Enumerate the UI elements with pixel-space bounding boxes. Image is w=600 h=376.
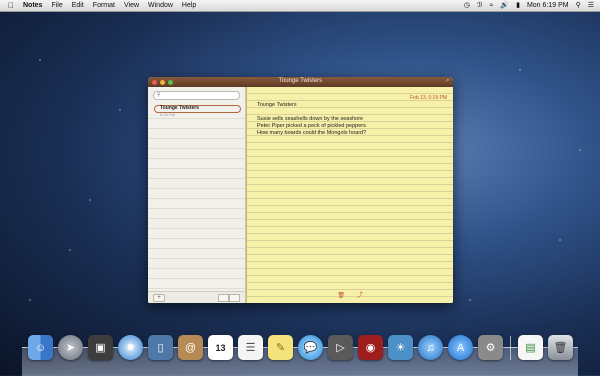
sidebar-toolbar: + (148, 291, 245, 303)
empty-list-row (148, 229, 245, 239)
search-field[interactable]: ⚲ (153, 91, 240, 100)
menu-file[interactable]: File (51, 2, 62, 9)
empty-list-row (148, 269, 245, 279)
empty-list-row (148, 249, 245, 259)
menu-app-name[interactable]: Notes (23, 2, 42, 9)
share-icon[interactable]: ⤴ (357, 290, 363, 299)
empty-list-row (148, 219, 245, 229)
notification-center-icon[interactable]: ☰ (588, 2, 594, 9)
wifi-icon[interactable]: ≈ (490, 2, 494, 9)
dashboard-icon[interactable]: ▣ (88, 335, 113, 360)
note-line: Peter Piper picked a peck of pickled pep… (257, 123, 366, 129)
search-icon: ⚲ (157, 92, 161, 98)
calendar-day: 13 (215, 342, 226, 353)
app-store-icon[interactable]: A (448, 335, 473, 360)
note-title-line: Tounge Twisters (257, 102, 297, 108)
trash-icon[interactable]: 🗑 (337, 292, 345, 299)
dock: ☺ ➤ ▣ ✸ ▯ @ 13 ☰ ✎ 💬 ▷ ◉ ☀ ♫ A ⚙ ▤ 🗑 (28, 335, 573, 360)
notes-sidebar: ⚲ Tounge Twisters 6:19 PM + (148, 87, 246, 303)
itunes-icon[interactable]: ♫ (418, 335, 443, 360)
window-title: Tounge Twisters (278, 78, 323, 84)
bluetooth-icon[interactable]: ℬ (477, 2, 483, 9)
note-editor[interactable]: Feb 13, 6:19 PM Tounge Twisters Susie se… (246, 87, 453, 303)
note-line: How many boards could the Mongols hoard? (257, 130, 367, 136)
accounts-view-button[interactable] (229, 294, 240, 302)
notes-window: Tounge Twisters ↗ ⚲ Tounge Twisters 6:19… (148, 77, 453, 303)
menu-clock[interactable]: Mon 6:19 PM (527, 2, 569, 9)
empty-list-row (148, 189, 245, 199)
menu-edit[interactable]: Edit (72, 2, 84, 9)
trash-icon[interactable]: 🗑 (548, 335, 573, 360)
list-view-button[interactable] (218, 294, 229, 302)
empty-list-row (148, 279, 245, 289)
empty-list-row (148, 239, 245, 249)
empty-list-row (148, 259, 245, 269)
note-list-time: 6:19 PM (160, 112, 175, 117)
facetime-icon[interactable]: ▷ (328, 335, 353, 360)
fullscreen-icon[interactable]: ↗ (445, 79, 450, 84)
empty-list-row (148, 169, 245, 179)
note-date: Feb 13, 6:19 PM (410, 95, 447, 101)
note-list-title: Tounge Twisters (160, 105, 199, 111)
photo-booth-icon[interactable]: ◉ (358, 335, 383, 360)
note-list-item[interactable]: Tounge Twisters 6:19 PM (148, 104, 245, 119)
dock-separator (510, 336, 511, 360)
note-body[interactable]: Tounge Twisters Susie sells seashells do… (257, 102, 366, 137)
menu-view[interactable]: View (124, 2, 139, 9)
messages-icon[interactable]: 💬 (298, 335, 323, 360)
empty-list-row (148, 209, 245, 219)
note-line: Susie sells seashells down by the seasho… (257, 116, 364, 122)
safari-icon[interactable]: ✸ (118, 335, 143, 360)
menu-window[interactable]: Window (148, 2, 173, 9)
menu-help[interactable]: Help (182, 2, 196, 9)
reminders-icon[interactable]: ☰ (238, 335, 263, 360)
time-machine-icon[interactable]: ◷ (464, 2, 470, 9)
preview-icon[interactable]: ▯ (148, 335, 173, 360)
empty-list-row (148, 139, 245, 149)
empty-list-row (148, 179, 245, 189)
apple-menu-icon[interactable]:  (8, 1, 16, 10)
finder-icon[interactable]: ☺ (28, 335, 53, 360)
launchpad-icon[interactable]: ➤ (58, 335, 83, 360)
menu-bar:  Notes File Edit Format View Window Hel… (0, 0, 600, 12)
add-note-button[interactable]: + (153, 294, 165, 302)
iphoto-icon[interactable]: ☀ (388, 335, 413, 360)
calendar-icon[interactable]: 13 (208, 335, 233, 360)
notes-list: Tounge Twisters 6:19 PM (148, 104, 245, 289)
empty-list-row (148, 159, 245, 169)
spotlight-search-icon[interactable]: ⚲ (576, 2, 581, 9)
empty-list-row (148, 199, 245, 209)
notes-icon[interactable]: ✎ (268, 335, 293, 360)
menu-format[interactable]: Format (93, 2, 115, 9)
volume-icon[interactable]: 🔊 (500, 2, 509, 9)
empty-list-row (148, 129, 245, 139)
document-stack-icon[interactable]: ▤ (518, 335, 543, 360)
battery-icon[interactable]: ▮ (516, 2, 520, 9)
window-titlebar[interactable]: Tounge Twisters ↗ (148, 77, 453, 87)
empty-list-row (148, 149, 245, 159)
address-book-icon[interactable]: @ (178, 335, 203, 360)
note-toolbar: 🗑 ⤴ (247, 290, 453, 299)
empty-list-row (148, 119, 245, 129)
system-preferences-icon[interactable]: ⚙ (478, 335, 503, 360)
